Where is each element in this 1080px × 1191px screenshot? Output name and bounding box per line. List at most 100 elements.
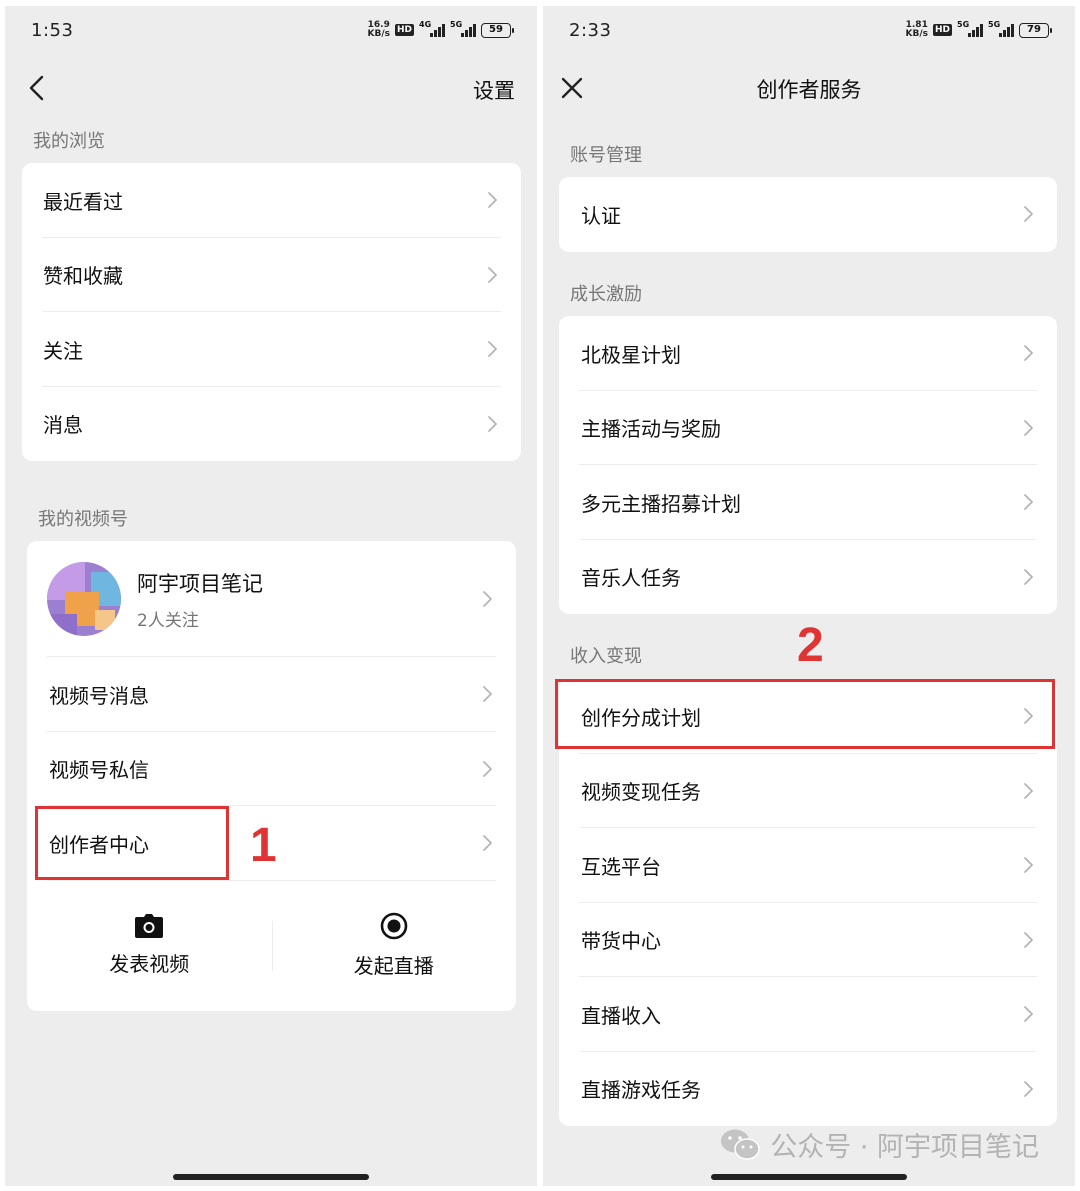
chevron-right-icon xyxy=(1024,1006,1033,1023)
list-item-label: 视频变现任务 xyxy=(581,780,701,805)
list-item-live-game-tasks[interactable]: 直播游戏任务 xyxy=(559,1052,1057,1127)
battery-icon: 59 xyxy=(481,22,514,38)
browse-card: 最近看过 赞和收藏 关注 消息 xyxy=(22,163,521,461)
account-card: 认证 xyxy=(559,177,1057,252)
chevron-right-icon xyxy=(488,266,497,283)
signal-icon: 5G xyxy=(450,20,476,37)
channel-name: 阿宇项目笔记 xyxy=(137,571,263,596)
chevron-right-icon xyxy=(488,341,497,358)
section-title-browse: 我的浏览 xyxy=(33,131,105,152)
step-number-2: 2 xyxy=(797,619,824,672)
list-item-label: 音乐人任务 xyxy=(581,566,681,591)
chevron-right-icon xyxy=(1024,419,1033,436)
hd-icon: HD xyxy=(932,24,952,36)
list-item-label: 直播收入 xyxy=(581,1003,661,1028)
list-item-mutual-platform[interactable]: 互选平台 xyxy=(559,828,1057,903)
watermark: 公众号 · 阿宇项目笔记 xyxy=(720,1125,1039,1164)
chevron-right-icon xyxy=(483,835,492,852)
live-record-icon xyxy=(380,912,408,940)
signal-icon: 5G xyxy=(988,20,1014,37)
list-item-label: 关注 xyxy=(43,338,83,363)
chevron-right-icon xyxy=(488,192,497,209)
left-screen: 1:53 16.9 KB/s HD 4G 5G 59 设置 我的浏览 最近看过 赞… xyxy=(5,6,537,1186)
home-indicator xyxy=(173,1174,369,1180)
section-title-income: 收入变现 xyxy=(570,646,642,667)
go-live-button[interactable]: 发起直播 xyxy=(272,881,517,1011)
chevron-right-icon xyxy=(488,415,497,432)
settings-link[interactable]: 设置 xyxy=(473,75,515,105)
chevron-right-icon xyxy=(483,591,492,607)
list-item-label: 消息 xyxy=(43,413,83,438)
chevron-right-icon xyxy=(1024,494,1033,511)
list-item-channel-messages[interactable]: 视频号消息 xyxy=(27,657,516,732)
list-item-channel-dm[interactable]: 视频号私信 xyxy=(27,732,516,806)
list-item-video-monetize[interactable]: 视频变现任务 xyxy=(559,754,1057,828)
chevron-right-icon xyxy=(1024,857,1033,874)
page-title: 创作者服务 xyxy=(756,78,862,102)
chevron-right-icon xyxy=(483,760,492,777)
highlight-box-revenue-share xyxy=(555,679,1055,749)
list-item-label: 视频号私信 xyxy=(49,758,149,783)
list-item-label: 直播游戏任务 xyxy=(581,1078,701,1103)
watermark-text: 公众号 · 阿宇项目笔记 xyxy=(770,1132,1039,1163)
list-item-label: 多元主播招募计划 xyxy=(581,491,741,516)
follower-count: 2人关注 xyxy=(137,610,199,631)
status-time: 2:33 xyxy=(569,20,612,41)
section-title-channel: 我的视频号 xyxy=(38,509,128,530)
section-title-growth: 成长激励 xyxy=(570,284,642,305)
right-screen: 2:33 1.81 KB/s HD 5G 5G 79 创作者服务 账号管理 认证 … xyxy=(543,6,1075,1186)
list-item-label: 赞和收藏 xyxy=(43,264,123,289)
back-arrow-icon[interactable] xyxy=(23,73,53,103)
post-video-button[interactable]: 发表视频 xyxy=(27,881,272,1011)
camera-icon xyxy=(135,914,164,938)
action-bar: 发表视频 发起直播 xyxy=(27,881,516,1011)
hd-icon: HD xyxy=(394,24,414,36)
home-indicator xyxy=(711,1174,907,1180)
signal-icon: 5G xyxy=(957,20,983,37)
list-item-label: 带货中心 xyxy=(581,929,661,954)
list-item-follow[interactable]: 关注 xyxy=(22,312,521,387)
list-item-verification[interactable]: 认证 xyxy=(559,177,1057,252)
list-item-label: 互选平台 xyxy=(581,854,661,879)
list-item-label: 认证 xyxy=(581,203,621,228)
status-bar: 1:53 16.9 KB/s HD 4G 5G 59 xyxy=(5,6,537,56)
list-item-messages[interactable]: 消息 xyxy=(22,387,521,462)
status-bar: 2:33 1.81 KB/s HD 5G 5G 79 xyxy=(543,6,1075,56)
growth-card: 北极星计划 主播活动与奖励 多元主播招募计划 音乐人任务 xyxy=(559,316,1057,614)
network-speed: 16.9 KB/s xyxy=(367,20,390,39)
list-item-musician-tasks[interactable]: 音乐人任务 xyxy=(559,540,1057,615)
chevron-right-icon xyxy=(1024,1080,1033,1097)
chevron-right-icon xyxy=(1024,345,1033,362)
network-speed: 1.81 KB/s xyxy=(905,20,928,39)
step-number-1: 1 xyxy=(250,819,277,872)
chevron-right-icon xyxy=(483,686,492,703)
list-item-commerce-center[interactable]: 带货中心 xyxy=(559,903,1057,977)
status-icons: 16.9 KB/s HD 4G 5G 59 xyxy=(367,20,514,39)
list-item-label: 北极星计划 xyxy=(581,342,681,367)
list-item-streamer-events[interactable]: 主播活动与奖励 xyxy=(559,391,1057,465)
highlight-box-creator-center xyxy=(35,806,229,880)
list-item-label: 视频号消息 xyxy=(49,683,149,708)
chevron-right-icon xyxy=(1024,782,1033,799)
signal-icon: 4G xyxy=(419,20,445,37)
list-item-label: 主播活动与奖励 xyxy=(581,417,721,442)
wechat-icon xyxy=(721,1129,760,1160)
section-title-account: 账号管理 xyxy=(570,145,642,166)
status-time: 1:53 xyxy=(31,20,74,41)
nav-bar: 设置 xyxy=(5,61,537,117)
chevron-right-icon xyxy=(1024,568,1033,585)
nav-bar: 创作者服务 xyxy=(543,61,1075,117)
list-item-streamer-recruit[interactable]: 多元主播招募计划 xyxy=(559,465,1057,540)
status-icons: 1.81 KB/s HD 5G 5G 79 xyxy=(905,20,1052,39)
channel-profile-row[interactable]: 阿宇项目笔记 2人关注 xyxy=(27,541,516,657)
chevron-right-icon xyxy=(1024,931,1033,948)
chevron-right-icon xyxy=(1024,206,1033,223)
list-item-polaris[interactable]: 北极星计划 xyxy=(559,316,1057,391)
list-item-label: 最近看过 xyxy=(43,189,123,214)
post-video-label: 发表视频 xyxy=(109,952,190,976)
avatar xyxy=(47,562,121,636)
list-item-recent[interactable]: 最近看过 xyxy=(22,163,521,238)
list-item-likes[interactable]: 赞和收藏 xyxy=(22,238,521,312)
battery-icon: 79 xyxy=(1019,22,1052,38)
list-item-live-income[interactable]: 直播收入 xyxy=(559,977,1057,1052)
